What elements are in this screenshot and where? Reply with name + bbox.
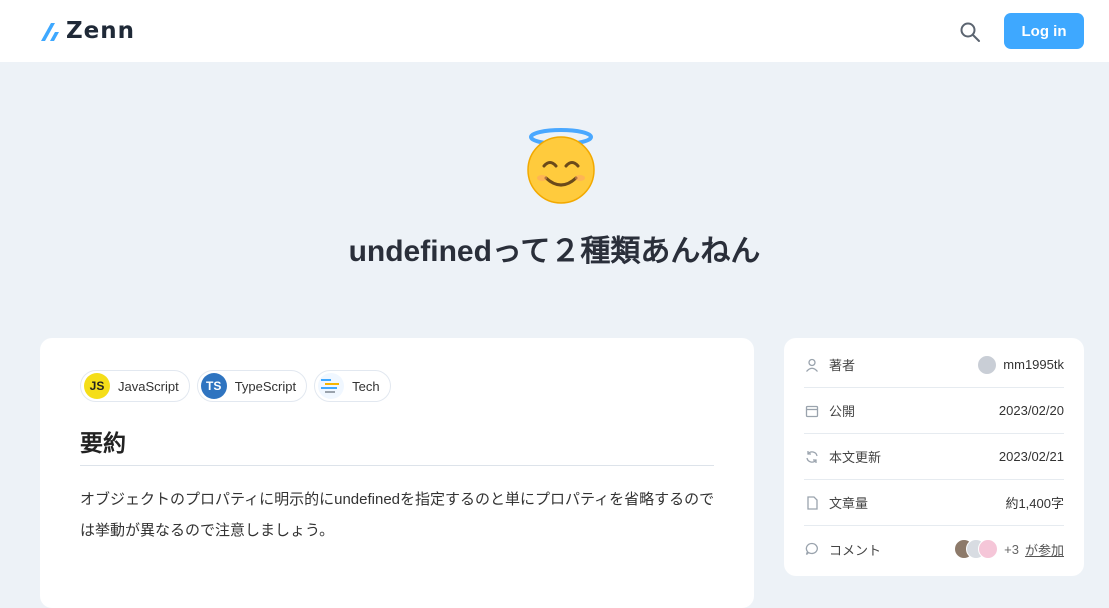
comment-label: コメント [829,542,882,558]
tech-icon [318,373,345,399]
comment-extra-count: +3 [1004,541,1019,557]
topic-list: JS JavaScript TS TypeScript Tech [80,370,391,402]
topic-typescript[interactable]: TS TypeScript [196,370,308,402]
article-info-sidebar: 著者 mm1995tk 公開 2023/02/20 本文更新 2023/02/2… [784,338,1084,576]
logo-text: Zenn [66,18,136,44]
article-title: undefinedって２種類あんねん [348,235,761,268]
length-row: 文章量 約1,400字 [804,480,1064,526]
section-heading: 要約 [80,430,126,456]
length-label: 文章量 [829,496,869,511]
document-icon [804,495,820,511]
topic-label: TypeScript [234,378,297,394]
top-header: Zenn Log in [0,0,1109,62]
smiling-face-with-halo-icon [527,128,595,204]
topic-tech[interactable]: Tech [314,370,391,402]
typescript-icon: TS [200,373,227,399]
author-link[interactable]: mm1995tk [977,354,1064,375]
divider [80,465,714,466]
comment-icon [804,541,820,557]
topic-label: Tech [352,378,380,394]
search-icon[interactable] [959,21,981,43]
updated-date: 2023/02/21 [998,449,1064,464]
comment-participants[interactable]: +3 が参加 [954,539,1064,559]
participant-avatars [954,539,999,559]
author-name: mm1995tk [1003,357,1064,372]
user-icon [804,357,820,373]
comment-join-link[interactable]: が参加 [1025,540,1064,559]
author-row: 著者 mm1995tk [804,342,1064,388]
comment-row: コメント +3 が参加 [804,526,1064,572]
login-button[interactable]: Log in [1004,13,1084,49]
updated-row: 本文更新 2023/02/21 [804,434,1064,480]
length-value: 約1,400字 [1005,496,1064,511]
author-label: 著者 [829,358,856,373]
zenn-logo-icon [41,23,59,41]
topic-javascript[interactable]: JS JavaScript [80,370,190,402]
javascript-icon: JS [84,373,110,399]
participant-avatar [978,539,999,559]
published-row: 公開 2023/02/20 [804,388,1064,434]
published-date: 2023/02/20 [998,403,1064,418]
updated-label: 本文更新 [829,450,882,465]
refresh-icon [804,449,820,465]
article-body-card: JS JavaScript TS TypeScript Tech 要約 オブジェ… [40,338,754,608]
zenn-logo[interactable]: Zenn [40,18,135,44]
summary-paragraph: オブジェクトのプロパティに明示的にundefinedを指定するのと単にプロパティ… [80,491,715,539]
topic-label: JavaScript [118,378,179,394]
author-avatar [977,354,998,375]
published-label: 公開 [829,404,856,419]
calendar-icon [804,403,820,419]
